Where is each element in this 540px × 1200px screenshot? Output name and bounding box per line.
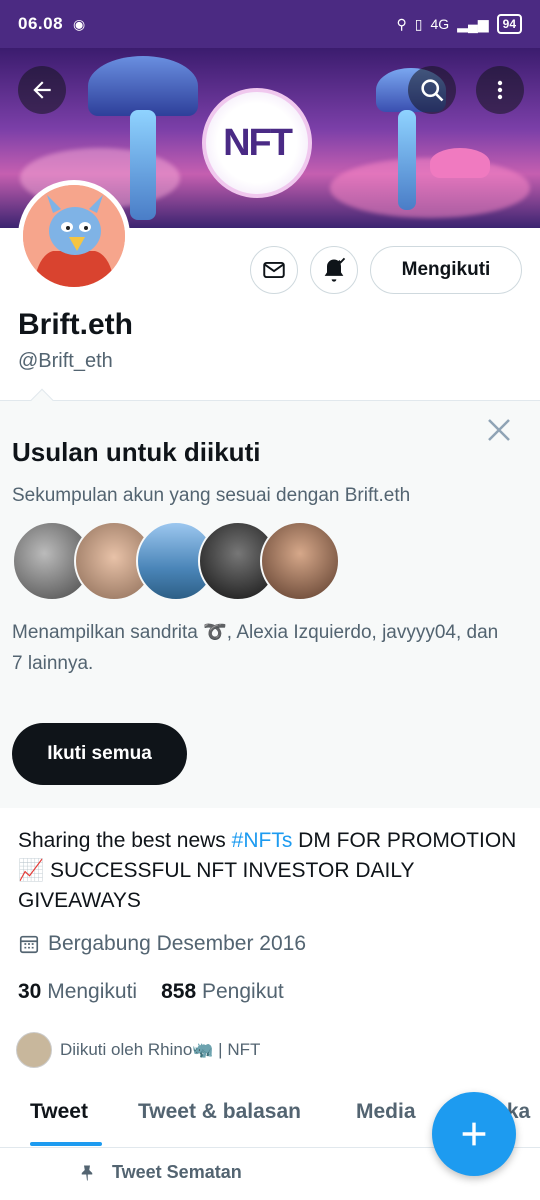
profile-name: Brift.eth xyxy=(18,308,133,341)
following-label: Mengikuti xyxy=(47,980,138,1003)
avatar[interactable] xyxy=(18,180,130,292)
following-number: 30 xyxy=(18,980,42,1003)
battery-level: 94 xyxy=(496,14,522,34)
more-vertical-icon xyxy=(497,80,503,100)
followed-by-text: Diikuti oleh Rhino🦏 | NFT xyxy=(60,1040,261,1059)
message-button[interactable] xyxy=(250,246,298,294)
following-button[interactable]: Mengikuti xyxy=(370,246,522,294)
followed-by[interactable]: Diikuti oleh Rhino🦏 | NFT xyxy=(16,1032,260,1068)
panel-pointer xyxy=(30,388,54,412)
bell-check-icon xyxy=(324,257,346,282)
network-label: 4G xyxy=(430,16,450,32)
back-arrow-icon xyxy=(33,81,51,99)
profile-bio: Sharing the best news #NFTs DM FOR PROMO… xyxy=(18,826,523,916)
tab-tweet[interactable]: Tweet xyxy=(30,1100,88,1124)
pinned-tweet-header: Tweet Sematan xyxy=(78,1162,242,1183)
plus-icon xyxy=(462,1122,486,1146)
nft-logo: NFT xyxy=(202,88,312,198)
vibrate-icon: ▯ xyxy=(414,15,423,32)
alarm-icon: ⚲ xyxy=(396,15,407,32)
profile-handle: @Brift_eth xyxy=(18,350,113,372)
join-date: Bergabung Desember 2016 xyxy=(18,932,306,956)
suggestions-subtitle: Sekumpulan akun yang sesuai dengan Brift… xyxy=(12,485,411,506)
notifications-button[interactable] xyxy=(310,246,358,294)
bio-hashtag-link[interactable]: #NFTs xyxy=(232,829,293,852)
notification-icon: ◉ xyxy=(73,15,86,32)
calendar-icon xyxy=(19,935,39,954)
status-time: 06.08 xyxy=(18,14,64,33)
suggestions-title: Usulan untuk diikuti xyxy=(12,437,261,467)
tab-tweet-replies[interactable]: Tweet & balasan xyxy=(138,1100,301,1124)
search-button[interactable] xyxy=(408,66,456,114)
tab-media[interactable]: Media xyxy=(356,1100,416,1124)
followers-count[interactable]: 858 Pengikut xyxy=(161,980,284,1004)
following-count[interactable]: 30 Mengikuti xyxy=(18,980,137,1004)
search-icon xyxy=(421,79,444,102)
suggested-avatar[interactable] xyxy=(260,521,340,601)
compose-tweet-button[interactable] xyxy=(432,1092,516,1176)
join-date-text: Bergabung Desember 2016 xyxy=(48,932,307,955)
more-options-button[interactable] xyxy=(476,66,524,114)
active-tab-indicator xyxy=(30,1142,102,1146)
avatar-image xyxy=(23,185,125,287)
suggestions-description: Menampilkan sandrita ➰, Alexia Izquierdo… xyxy=(12,622,499,674)
status-right: ⚲ ▯ 4G ▂▄▆ 94 xyxy=(397,14,522,34)
back-button[interactable] xyxy=(18,66,66,114)
follow-all-button[interactable]: Ikuti semua xyxy=(12,723,187,785)
followers-number: 858 xyxy=(161,980,197,1003)
status-bar: 06.08 ◉ ⚲ ▯ 4G ▂▄▆ 94 xyxy=(0,0,540,48)
followers-label: Pengikut xyxy=(201,980,284,1003)
suggestions-panel: Usulan untuk diikuti Sekumpulan akun yan… xyxy=(0,388,540,808)
pin-icon xyxy=(81,1165,93,1180)
close-icon[interactable] xyxy=(484,415,514,445)
pinned-label: Tweet Sematan xyxy=(112,1162,242,1182)
suggested-avatars[interactable] xyxy=(12,521,342,603)
envelope-icon xyxy=(263,261,285,279)
follower-avatar xyxy=(16,1032,52,1068)
bio-text-start: Sharing the best news xyxy=(18,829,232,852)
follow-counts: 30 Mengikuti 858 Pengikut xyxy=(18,980,284,1004)
signal-icon: ▂▄▆ xyxy=(457,15,489,32)
